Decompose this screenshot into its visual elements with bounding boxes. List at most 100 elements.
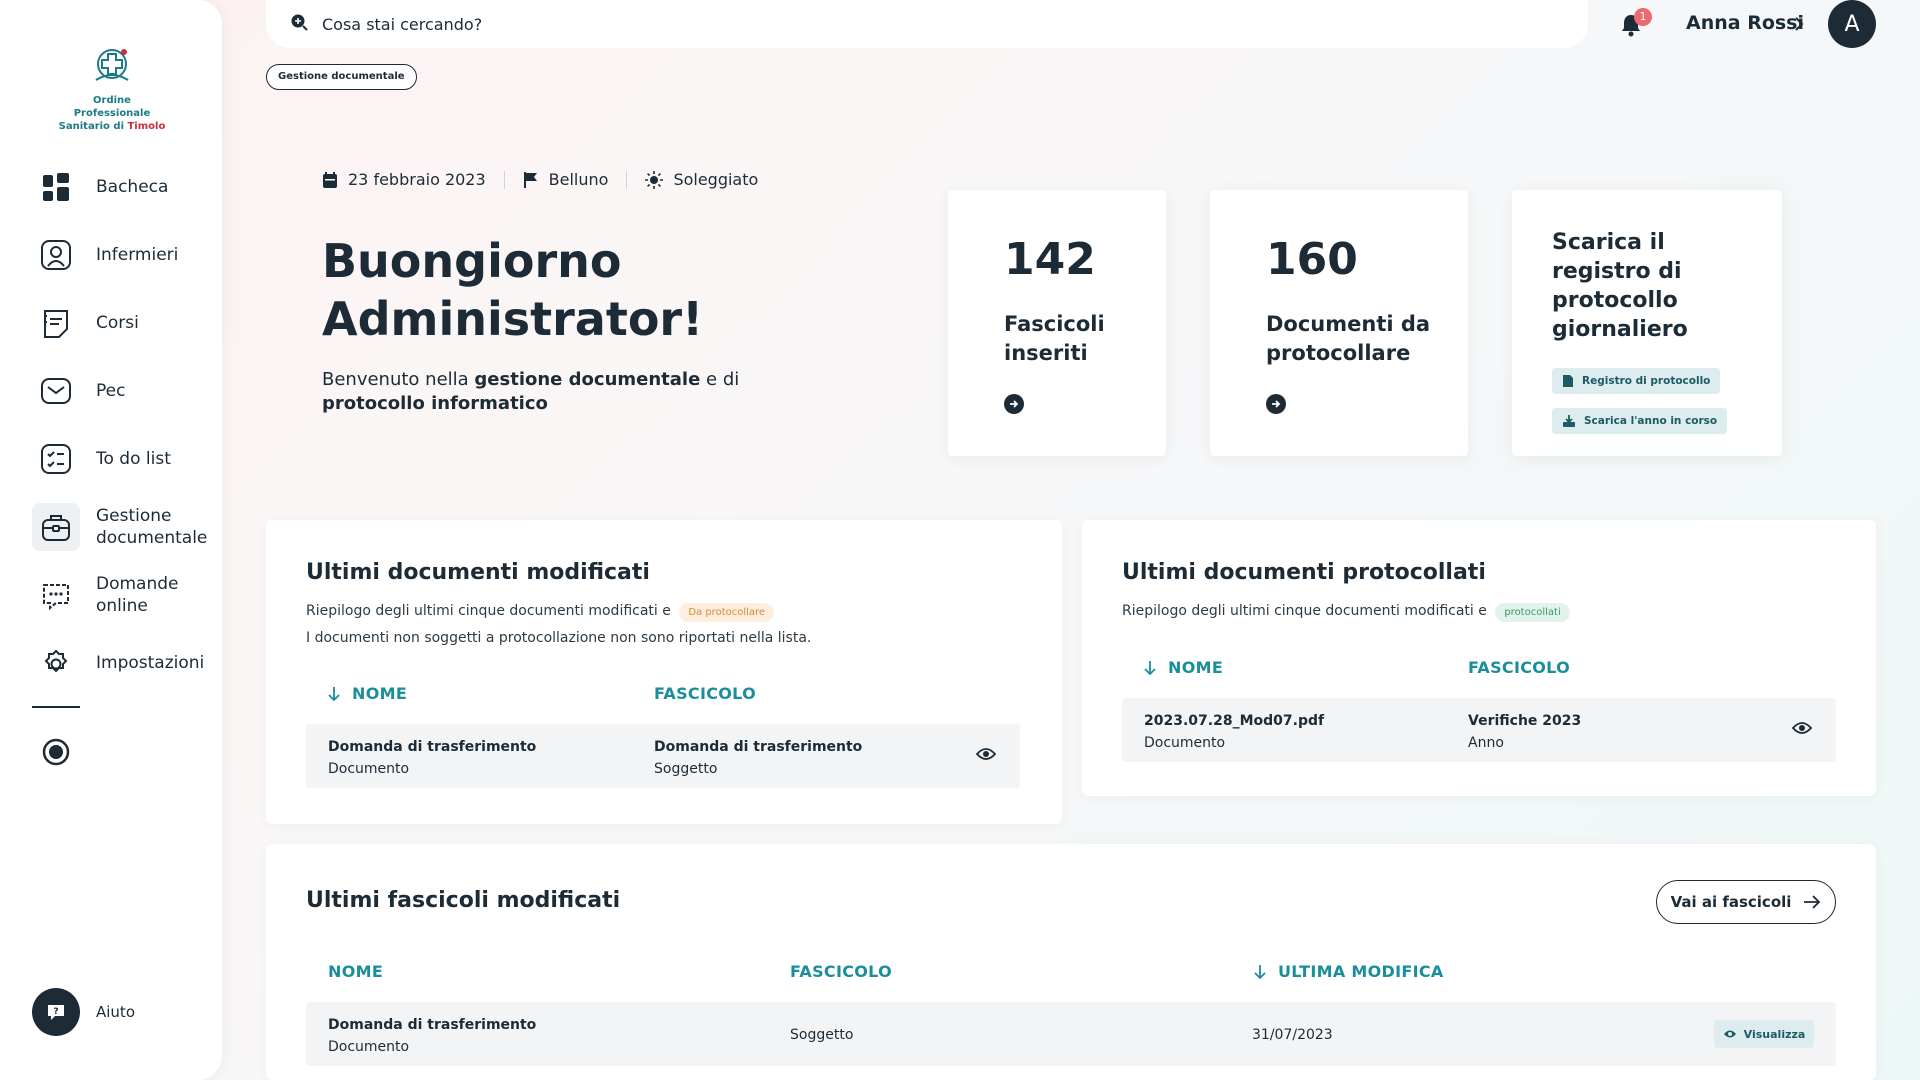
- column-header-fascicolo[interactable]: FASCICOLO: [654, 684, 756, 703]
- chat-icon: [32, 571, 80, 619]
- logo-line1: Ordine Professionale: [73, 95, 151, 119]
- sidebar-item-label: Pec: [96, 381, 126, 401]
- panel-description: Riepilogo degli ultimi cinque documenti …: [306, 603, 671, 619]
- doc-name: Domanda di trasferimento: [328, 1017, 537, 1033]
- logo[interactable]: Ordine Professionale Sanitario di Timolo: [56, 44, 168, 133]
- sidebar-item-gestione-documentale[interactable]: Gestione documentale: [32, 503, 208, 551]
- modified-documents-panel: Ultimi documenti modificati Riepilogo de…: [266, 520, 1062, 824]
- arrow-right-icon[interactable]: [1266, 394, 1286, 418]
- sidebar-item-domande-online[interactable]: Domande online: [32, 571, 196, 619]
- notes-icon: [32, 299, 80, 347]
- status-badge: Da protocollare: [679, 603, 775, 622]
- table-row[interactable]: 2023.07.28_Mod07.pdf Documento Verifiche…: [1122, 698, 1836, 762]
- sidebar-item-pec[interactable]: Pec: [32, 367, 125, 415]
- logo-line2-accent: Timolo: [127, 121, 166, 132]
- search-input[interactable]: [322, 14, 922, 34]
- table-row[interactable]: Domanda di trasferimento Documento Doman…: [306, 724, 1020, 788]
- calendar-icon: [323, 171, 337, 188]
- folders-panel: Ultimi fascicoli modificati NOME FASCICO…: [266, 844, 1876, 1080]
- sidebar-item-bacheca[interactable]: Bacheca: [32, 163, 168, 211]
- panel-description: Riepilogo degli ultimi cinque documenti …: [1122, 603, 1487, 619]
- folder-name: Soggetto: [790, 1027, 854, 1043]
- stat-card-documenti[interactable]: 160 Documenti da protocollare: [1210, 190, 1468, 456]
- sidebar-divider: [32, 706, 80, 708]
- sidebar-item-label: Impostazioni: [96, 653, 205, 673]
- eye-icon[interactable]: [975, 746, 997, 766]
- sidebar-item-label: Bacheca: [96, 177, 169, 197]
- help-button[interactable]: ? Aiuto: [32, 988, 135, 1036]
- panel-title: Ultimi documenti protocollati: [1122, 560, 1486, 585]
- sidebar-item-infermieri[interactable]: Infermieri: [32, 231, 178, 279]
- eye-icon: [1723, 1030, 1736, 1038]
- scarica-anno-button[interactable]: Scarica l'anno in corso: [1552, 408, 1728, 434]
- notification-badge: 1: [1634, 8, 1652, 26]
- panel-title: Ultimi documenti modificati: [306, 560, 650, 585]
- avatar[interactable]: A: [1828, 0, 1876, 48]
- help-icon: ?: [32, 988, 80, 1036]
- chevron-right-icon[interactable]: [1794, 16, 1804, 36]
- column-header-fascicolo[interactable]: FASCICOLO: [1468, 658, 1570, 677]
- meta-row: 23 febbraio 2023 Belluno Soleggiato: [322, 170, 758, 189]
- folder-type: Soggetto: [654, 761, 718, 777]
- welcome-text: Benvenuto nella gestione documentale e d…: [322, 369, 740, 414]
- sidebar-item-label: To do list: [96, 449, 171, 469]
- help-label: Aiuto: [96, 1003, 135, 1021]
- dashboard-icon: [32, 163, 80, 211]
- sidebar-item-corsi[interactable]: Corsi: [32, 299, 139, 347]
- column-header-nome[interactable]: NOME: [328, 684, 407, 703]
- panel-note: I documenti non soggetti a protocollazio…: [306, 630, 812, 646]
- panel-title: Ultimi fascicoli modificati: [306, 888, 621, 913]
- meta-date: 23 febbraio 2023: [348, 170, 486, 189]
- column-header-fascicolo[interactable]: FASCICOLO: [790, 962, 892, 981]
- sidebar-item-label: Infermieri: [96, 245, 179, 265]
- toggle-icon: [32, 728, 80, 776]
- sidebar-item-impostazioni[interactable]: Impostazioni: [32, 639, 204, 687]
- download-card-title: Scarica il registro di protocollo giorna…: [1552, 230, 1688, 342]
- stat-value: 142: [1004, 234, 1096, 285]
- checklist-icon: [32, 435, 80, 483]
- eye-icon[interactable]: [1791, 720, 1813, 740]
- column-header-ultima-modifica[interactable]: ULTIMA MODIFICA: [1254, 962, 1444, 981]
- registro-protocollo-button[interactable]: Registro di protocollo: [1552, 368, 1721, 394]
- visualizza-button[interactable]: Visualizza: [1714, 1020, 1814, 1048]
- folder-type: Anno: [1468, 735, 1504, 751]
- sidebar-item-label: Domande online: [96, 574, 179, 616]
- doc-name: Domanda di trasferimento: [328, 739, 537, 755]
- briefcase-icon: [32, 503, 80, 551]
- gear-icon: [32, 639, 80, 687]
- sidebar-item-label: Gestione documentale: [96, 506, 208, 548]
- download-register-card: Scarica il registro di protocollo giorna…: [1512, 190, 1782, 456]
- doc-type: Documento: [328, 1039, 410, 1055]
- vai-ai-fascicoli-button[interactable]: Vai ai fascicoli: [1656, 880, 1836, 924]
- sidebar: Ordine Professionale Sanitario di Timolo…: [0, 0, 222, 1080]
- sidebar-item-todo[interactable]: To do list: [32, 435, 171, 483]
- status-badge: protocollati: [1495, 603, 1570, 622]
- sort-down-icon: [1254, 964, 1266, 979]
- column-header-nome[interactable]: NOME: [328, 962, 383, 981]
- table-row[interactable]: Domanda di trasferimento Documento Sogge…: [306, 1002, 1836, 1066]
- folder-name: Domanda di trasferimento: [654, 739, 863, 755]
- arrow-right-icon[interactable]: [1004, 394, 1024, 418]
- search-icon: [290, 13, 308, 35]
- doc-type: Documento: [328, 761, 410, 777]
- download-icon: [1563, 415, 1575, 427]
- theme-toggle[interactable]: [32, 728, 80, 776]
- sort-down-icon: [1144, 660, 1156, 675]
- doc-type: Documento: [1144, 735, 1226, 751]
- sidebar-item-label: Corsi: [96, 313, 139, 333]
- search-bar[interactable]: [266, 0, 1588, 48]
- breadcrumb[interactable]: Gestione documentale: [266, 64, 417, 90]
- mail-icon: [32, 367, 80, 415]
- user-icon: [32, 231, 80, 279]
- column-header-nome[interactable]: NOME: [1144, 658, 1223, 677]
- stat-card-fascicoli[interactable]: 142 Fascicoli inseriti: [948, 190, 1166, 456]
- protocol-documents-panel: Ultimi documenti protocollati Riepilogo …: [1082, 520, 1876, 796]
- stat-value: 160: [1266, 234, 1358, 285]
- user-name[interactable]: Anna Rossi: [1686, 12, 1804, 34]
- logo-icon: [95, 49, 129, 81]
- logo-line2: Sanitario di: [58, 121, 128, 132]
- arrow-right-icon: [1804, 895, 1821, 909]
- svg-text:?: ?: [53, 1007, 58, 1017]
- sun-icon: [645, 170, 664, 189]
- doc-name: 2023.07.28_Mod07.pdf: [1144, 713, 1325, 729]
